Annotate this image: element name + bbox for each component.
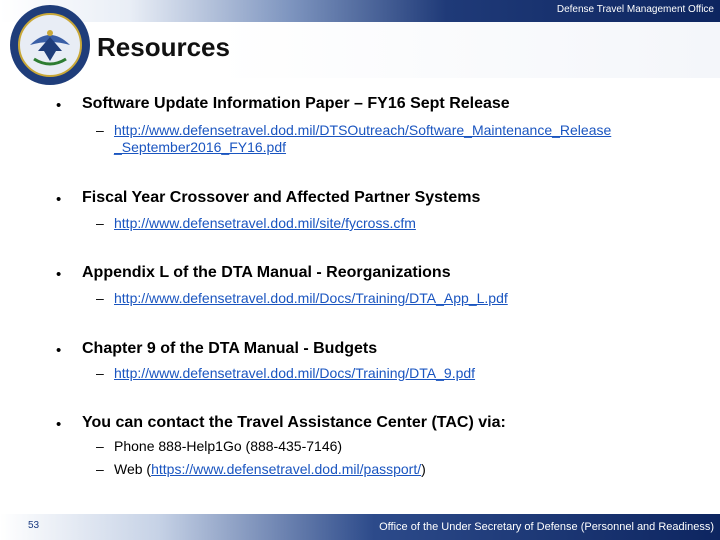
web-suffix: ) bbox=[421, 461, 426, 477]
dod-seal-icon bbox=[10, 5, 90, 85]
page-title: Resources bbox=[97, 32, 230, 62]
bullet-text: Appendix L of the DTA Manual - Reorganiz… bbox=[82, 264, 451, 281]
bullet-text: Chapter 9 of the DTA Manual - Budgets bbox=[82, 340, 378, 357]
bullet-icon: • bbox=[56, 342, 62, 359]
link-software-update[interactable]: http://www.defensetravel.dod.mil/DTSOutr… bbox=[114, 122, 611, 138]
page-number: 53 bbox=[28, 520, 40, 531]
footer-org: Office of the Under Secretary of Defense… bbox=[379, 521, 714, 533]
link-software-update-cont[interactable]: _September2016_FY16.pdf bbox=[114, 139, 286, 155]
bullet-icon: • bbox=[56, 266, 62, 283]
dash-marker: – bbox=[96, 290, 104, 306]
link-passport[interactable]: https://www.defensetravel.dod.mil/passpo… bbox=[151, 461, 421, 477]
link-dta-9[interactable]: http://www.defensetravel.dod.mil/Docs/Tr… bbox=[114, 365, 475, 381]
dash-marker: – bbox=[96, 365, 104, 381]
office-header: Defense Travel Management Office bbox=[556, 4, 714, 15]
bullet-text: Software Update Information Paper – FY16… bbox=[82, 95, 510, 112]
dash-marker: – bbox=[96, 215, 104, 231]
link-fycross[interactable]: http://www.defensetravel.dod.mil/site/fy… bbox=[114, 215, 416, 231]
dash-marker: – bbox=[96, 461, 104, 477]
bullet-icon: • bbox=[56, 191, 62, 208]
bullet-text: Fiscal Year Crossover and Affected Partn… bbox=[82, 189, 481, 206]
bullet-text: You can contact the Travel Assistance Ce… bbox=[82, 414, 506, 431]
bullet-icon: • bbox=[56, 416, 62, 433]
dash-marker: – bbox=[96, 438, 104, 454]
phone-text: Phone 888-Help1Go (888-435-7146) bbox=[114, 438, 343, 454]
bullet-icon: • bbox=[56, 97, 62, 114]
dash-marker: – bbox=[96, 122, 104, 138]
web-prefix: Web ( bbox=[114, 461, 152, 477]
link-dta-app-l[interactable]: http://www.defensetravel.dod.mil/Docs/Tr… bbox=[114, 290, 508, 306]
